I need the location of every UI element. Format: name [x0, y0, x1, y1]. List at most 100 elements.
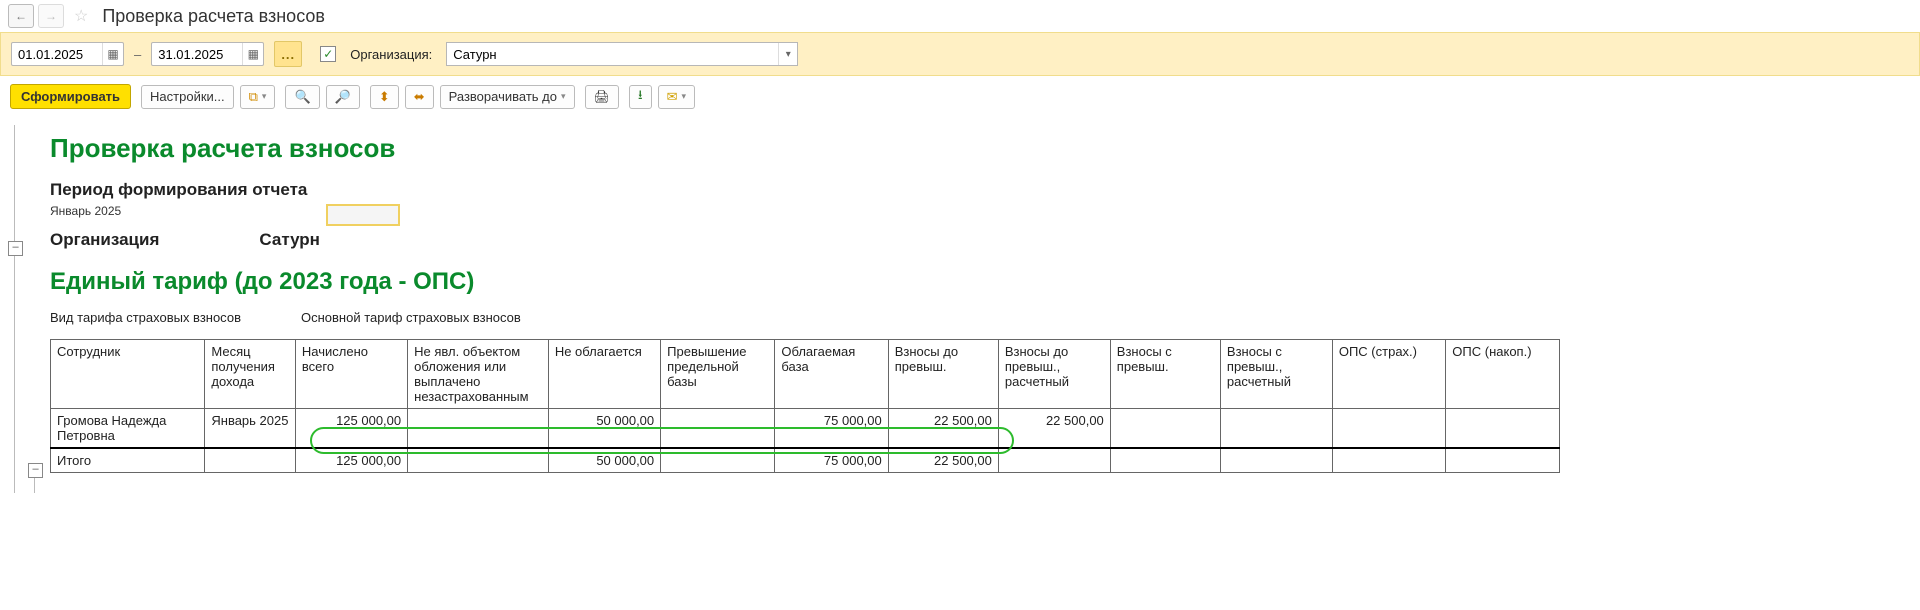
date-dash: –	[134, 47, 141, 62]
date-from-input[interactable]	[12, 47, 102, 62]
find-group: 🔍 🔎	[285, 85, 359, 109]
tarif-row: Вид тарифа страховых взносов Основной та…	[50, 310, 1910, 325]
expand-to-label: Разворачивать до	[449, 89, 557, 104]
cell-ops-accum	[1446, 409, 1560, 449]
date-to-field[interactable]: ▦	[151, 42, 264, 66]
expand-button[interactable]: ⬍	[370, 85, 399, 109]
cell-not-object	[408, 409, 549, 449]
arrow-left-icon: ←	[15, 9, 27, 23]
save-icon: ⭳	[638, 86, 643, 108]
cell-exceed-base	[661, 409, 775, 449]
table-wrapper: Сотрудник Месяц получения дохода Начисле…	[50, 339, 1910, 473]
cell-month: Январь 2025	[205, 409, 296, 449]
report-area: – – Проверка расчета взносов Период форм…	[0, 117, 1920, 493]
cell-empty	[998, 448, 1110, 473]
table-total-row: Итого 125 000,00 50 000,00 75 000,00 22 …	[51, 448, 1560, 473]
generate-button[interactable]: Сформировать	[10, 84, 131, 109]
nav-forward-button[interactable]: →	[38, 4, 64, 28]
col-contrib-before: Взносы до превыш.	[888, 340, 998, 409]
col-tax-base: Облагаемая база	[775, 340, 888, 409]
section-title: Единый тариф (до 2023 года - ОПС)	[50, 268, 1910, 296]
col-not-object: Не явл. объектом обложения или выплачено…	[408, 340, 549, 409]
cell-contrib-after-calc	[1220, 409, 1332, 449]
favorite-star-icon[interactable]: ☆	[74, 6, 88, 26]
org-field[interactable]: ▾	[446, 42, 798, 66]
cell-total-contrib-before: 22 500,00	[888, 448, 998, 473]
cell-not-taxed: 50 000,00	[548, 409, 660, 449]
page-title: Проверка расчета взносов	[102, 6, 325, 27]
nav-bar: ← → ☆ Проверка расчета взносов	[0, 0, 1920, 32]
table-row[interactable]: Громова Надежда Петровна Январь 2025 125…	[51, 409, 1560, 449]
period-picker-button[interactable]: ...	[274, 41, 302, 67]
toolbar: Сформировать Настройки... ⧉▾ 🔍 🔎 ⬍ ⬌ Раз…	[0, 76, 1920, 117]
cell-total-not-taxed: 50 000,00	[548, 448, 660, 473]
tarif-type-label: Вид тарифа страховых взносов	[50, 310, 241, 325]
outline-tree: –	[14, 125, 33, 493]
cell-total-label: Итого	[51, 448, 205, 473]
settings-button[interactable]: Настройки...	[141, 85, 234, 109]
date-from-field[interactable]: ▦	[11, 42, 124, 66]
expand-group: ⬍ ⬌ Разворачивать до ▾	[370, 85, 575, 109]
report-org-value: Сатурн	[259, 230, 320, 250]
cell-empty	[661, 448, 775, 473]
report-org-label: Организация	[50, 230, 159, 250]
variants-button[interactable]: ⧉▾	[240, 85, 276, 109]
org-checkbox[interactable]: ✓	[320, 46, 336, 62]
tree-toggle[interactable]: –	[28, 463, 43, 478]
envelope-icon: ✉	[667, 89, 678, 105]
arrow-right-icon: →	[45, 9, 57, 23]
col-not-taxed: Не облагается	[548, 340, 660, 409]
col-contrib-after: Взносы с превыш.	[1110, 340, 1220, 409]
table-header-row: Сотрудник Месяц получения дохода Начисле…	[51, 340, 1560, 409]
date-to-input[interactable]	[152, 47, 242, 62]
col-contrib-before-calc: Взносы до превыш., расчетный	[998, 340, 1110, 409]
find-button[interactable]: 🔍	[285, 85, 319, 109]
calendar-icon[interactable]: ▦	[102, 43, 123, 65]
collapse-tree-icon: ⬌	[414, 89, 425, 105]
tree-toggle[interactable]: –	[8, 241, 23, 256]
nav-back-button[interactable]: ←	[8, 4, 34, 28]
org-label: Организация:	[350, 47, 432, 62]
report-body: Проверка расчета взносов Период формиров…	[40, 117, 1920, 493]
filter-bar: ▦ – ▦ ... ✓ Организация: ▾	[0, 32, 1920, 76]
col-month: Месяц получения дохода	[205, 340, 296, 409]
cell-empty	[1332, 448, 1445, 473]
calendar-icon[interactable]: ▦	[242, 43, 263, 65]
period-label: Период формирования отчета	[50, 180, 1910, 200]
org-row: Организация Сатурн	[50, 230, 1910, 250]
cell-contrib-before-calc: 22 500,00	[998, 409, 1110, 449]
col-employee: Сотрудник	[51, 340, 205, 409]
export-group: ⭳ ✉▾	[629, 85, 695, 109]
print-button[interactable]: 🖨	[585, 85, 620, 109]
cell-empty	[1220, 448, 1332, 473]
cell-tax-base: 75 000,00	[775, 409, 888, 449]
dropdown-icon[interactable]: ▾	[778, 43, 797, 65]
outline-tree-inner: –	[34, 473, 53, 493]
settings-group: Настройки... ⧉▾	[141, 85, 275, 109]
cell-total-accrued: 125 000,00	[295, 448, 407, 473]
selection-highlight	[326, 204, 400, 226]
copy-icon: ⧉	[249, 89, 258, 105]
expand-tree-icon: ⬍	[379, 89, 390, 105]
collapse-button[interactable]: ⬌	[405, 85, 434, 109]
col-contrib-after-calc: Взносы с превыш., расчетный	[1220, 340, 1332, 409]
org-input[interactable]	[447, 47, 778, 62]
cell-contrib-before: 22 500,00	[888, 409, 998, 449]
report-title: Проверка расчета взносов	[50, 133, 1910, 164]
expand-to-button[interactable]: Разворачивать до ▾	[440, 85, 575, 109]
save-button[interactable]: ⭳	[629, 85, 652, 109]
printer-icon: 🖨	[594, 89, 611, 105]
search-list-icon: 🔎	[335, 89, 351, 105]
tarif-type-value: Основной тариф страховых взносов	[301, 310, 521, 325]
cell-contrib-after	[1110, 409, 1220, 449]
search-icon: 🔍	[294, 89, 310, 105]
cell-empty	[1446, 448, 1560, 473]
find-all-button[interactable]: 🔎	[326, 85, 360, 109]
col-ops-accum: ОПС (накоп.)	[1446, 340, 1560, 409]
email-button[interactable]: ✉▾	[658, 85, 695, 109]
col-accrued: Начислено всего	[295, 340, 407, 409]
col-exceed-base: Превышение предельной базы	[661, 340, 775, 409]
cell-accrued: 125 000,00	[295, 409, 407, 449]
cell-employee: Громова Надежда Петровна	[51, 409, 205, 449]
cell-total-tax-base: 75 000,00	[775, 448, 888, 473]
